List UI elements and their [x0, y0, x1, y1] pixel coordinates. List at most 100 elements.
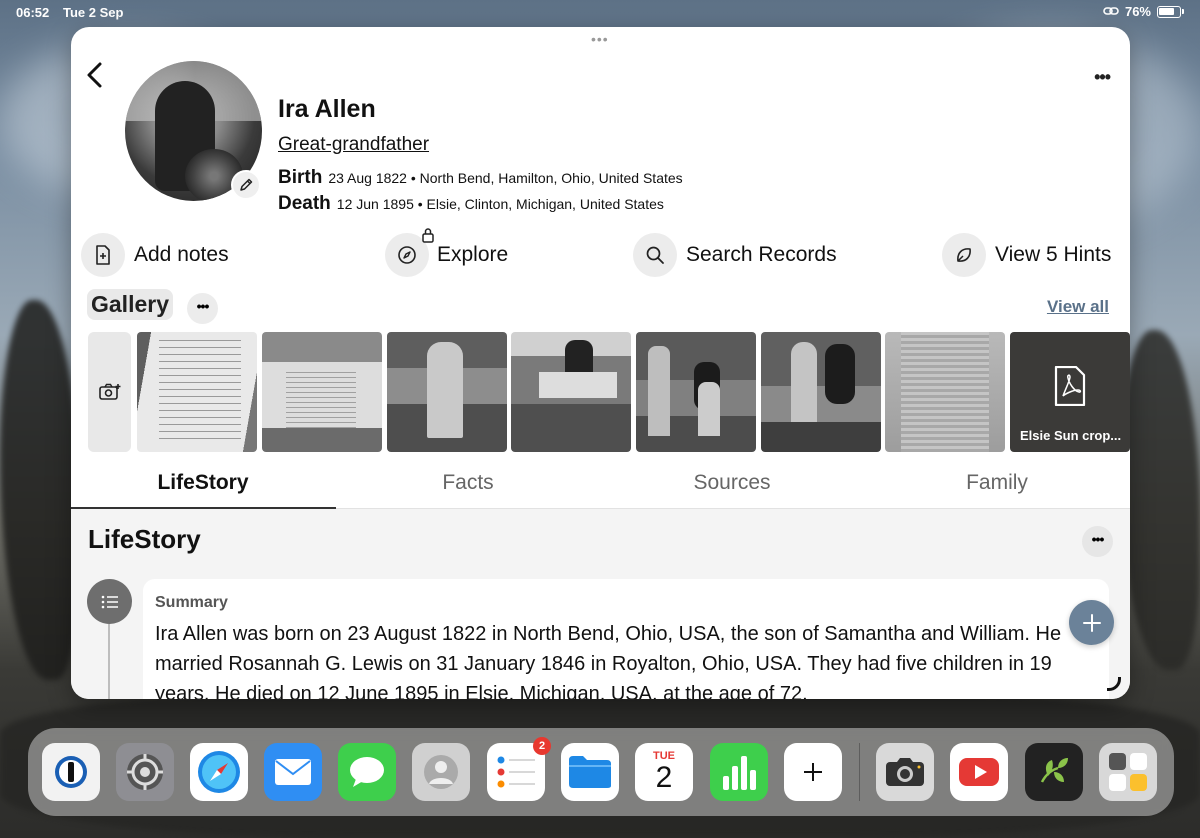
explore-label: Explore [437, 243, 509, 266]
view-hints-button[interactable]: View 5 Hints [942, 232, 1111, 278]
wallpaper-rock [0, 300, 80, 680]
wallpaper-rock [1120, 330, 1200, 670]
dock-divider [859, 743, 860, 801]
tab-facts[interactable]: Facts [336, 457, 600, 509]
dock-app-add[interactable] [784, 743, 842, 801]
status-time: 06:52 [16, 5, 50, 20]
dock-app-1password[interactable] [42, 743, 100, 801]
app-library-icon [1109, 753, 1147, 791]
lifestory-pane: LifeStory ••• Summary Ira Allen was born… [71, 509, 1130, 699]
gear-icon [127, 754, 163, 790]
chat-bubble-icon [350, 757, 384, 787]
gallery-thumbnail[interactable] [761, 332, 881, 452]
dock-app-youtube[interactable] [950, 743, 1008, 801]
gallery-more-button[interactable]: ••• [187, 293, 218, 324]
more-options-button[interactable]: ••• [1094, 67, 1111, 88]
gallery-thumbnail[interactable] [137, 332, 257, 452]
add-story-button[interactable] [1069, 600, 1114, 645]
gallery-thumbnail[interactable] [262, 332, 382, 452]
birth-fact: Birth 23 Aug 1822 • North Bend, Hamilton,… [278, 167, 683, 189]
explore-button[interactable]: Explore [385, 228, 509, 278]
gallery-title[interactable]: Gallery [87, 289, 173, 320]
lifestory-title: LifeStory [88, 524, 201, 554]
window-grabber[interactable]: ••• [591, 32, 609, 46]
death-label: Death [278, 193, 331, 214]
gallery-view-all-link[interactable]: View all [1047, 297, 1109, 317]
dock-app-safari[interactable] [190, 743, 248, 801]
chevron-left-icon [87, 62, 102, 88]
add-photo-button[interactable] [88, 332, 131, 452]
compass-icon [385, 228, 434, 277]
relationship-link[interactable]: Great-grandfather [278, 134, 429, 156]
link-icon [1103, 4, 1119, 19]
tab-sources[interactable]: Sources [600, 457, 864, 509]
app-window: ••• ••• Ira Allen Great-grandfather Birt… [71, 27, 1130, 699]
view-hints-label: View 5 Hints [995, 243, 1112, 266]
search-records-label: Search Records [686, 243, 837, 266]
add-notes-button[interactable]: Add notes [81, 232, 229, 278]
dock-app-settings[interactable] [116, 743, 174, 801]
timeline-line [108, 624, 110, 699]
dock-app-calendar[interactable]: TUE 2 [635, 743, 693, 801]
dock: 2 TUE 2 [28, 728, 1174, 816]
person-name: Ira Allen [278, 95, 376, 123]
add-note-icon [81, 233, 125, 277]
dock-app-files[interactable] [561, 743, 619, 801]
battery-icon [1157, 5, 1181, 18]
summary-text: Ira Allen was born on 23 August 1822 in … [155, 623, 1062, 699]
lock-icon [421, 227, 435, 248]
tab-lifestory[interactable]: LifeStory [71, 457, 335, 509]
summary-card[interactable]: Summary Ira Allen was born on 23 August … [143, 579, 1109, 699]
plus-icon [1082, 613, 1101, 632]
dock-app-mail[interactable] [264, 743, 322, 801]
tab-family[interactable]: Family [865, 457, 1129, 509]
tab-bar: LifeStory Facts Sources Family [71, 457, 1130, 509]
lifestory-more-button[interactable]: ••• [1082, 526, 1113, 557]
gallery-strip: Elsie Sun crop... [88, 332, 1130, 452]
plus-icon [804, 763, 822, 781]
notification-badge: 2 [533, 737, 551, 755]
search-icon [633, 233, 677, 277]
death-value: 12 Jun 1895 • Elsie, Clinton, Michigan, … [336, 196, 664, 212]
gallery-pdf-thumbnail[interactable]: Elsie Sun crop... [1010, 332, 1130, 452]
dock-app-numbers[interactable] [710, 743, 768, 801]
pdf-caption: Elsie Sun crop... [1020, 428, 1122, 443]
gallery-thumbnail[interactable] [387, 332, 507, 452]
checklist-icon [497, 756, 535, 788]
list-icon [87, 579, 132, 624]
leaf-icon [1040, 758, 1068, 783]
folder-icon [569, 756, 611, 788]
add-camera-icon [98, 383, 120, 400]
summary-label: Summary [155, 594, 228, 611]
dock-app-library[interactable] [1099, 743, 1157, 801]
leaf-hint-icon [942, 233, 986, 277]
gallery-thumbnail[interactable] [511, 332, 631, 452]
status-right: 76% [1103, 4, 1184, 19]
back-button[interactable] [83, 61, 109, 91]
search-records-button[interactable]: Search Records [633, 232, 837, 278]
dock-app-ancestry[interactable] [1025, 743, 1083, 801]
birth-value: 23 Aug 1822 • North Bend, Hamilton, Ohio… [328, 170, 683, 186]
add-notes-label: Add notes [134, 243, 229, 266]
death-fact: Death 12 Jun 1895 • Elsie, Clinton, Michi… [278, 193, 664, 215]
dock-app-contacts[interactable] [412, 743, 470, 801]
camera-icon [886, 758, 924, 786]
dock-app-messages[interactable] [338, 743, 396, 801]
gallery-thumbnail[interactable] [885, 332, 1005, 452]
dock-app-camera[interactable] [876, 743, 934, 801]
pencil-icon [240, 178, 253, 191]
compass-icon [198, 751, 240, 793]
edit-photo-button[interactable] [231, 170, 261, 200]
birth-label: Birth [278, 167, 323, 188]
1password-icon [55, 756, 87, 788]
battery-percent: 76% [1124, 4, 1151, 19]
dock-app-reminders[interactable]: 2 [487, 737, 551, 801]
envelope-icon [275, 759, 311, 785]
pdf-icon [1054, 365, 1086, 411]
status-bar: 06:52 Tue 2 Sep 76% [0, 0, 1200, 24]
person-icon [424, 755, 458, 789]
battery-tip [1182, 9, 1184, 14]
calendar-date: 2 [655, 761, 673, 794]
status-date: Tue 2 Sep [63, 5, 124, 20]
gallery-thumbnail[interactable] [636, 332, 756, 452]
